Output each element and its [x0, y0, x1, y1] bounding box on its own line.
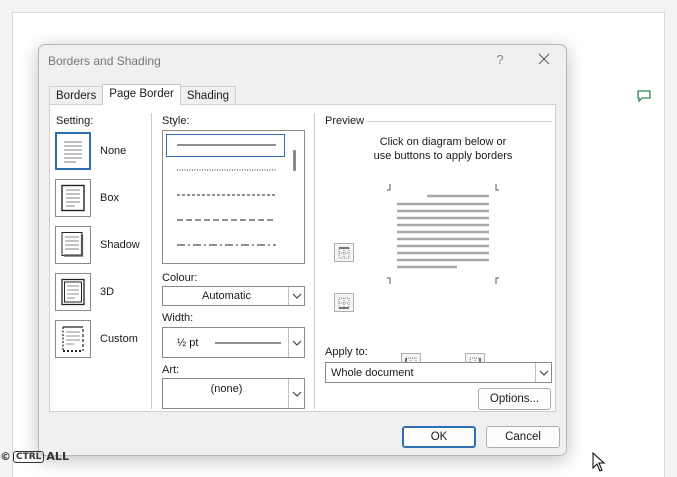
setting-custom[interactable]: Custom [55, 320, 145, 358]
setting-none-label: None [100, 145, 127, 157]
watermark-text: ALL [46, 450, 69, 463]
close-icon[interactable] [536, 51, 552, 67]
watermark-box: CTRL [13, 450, 45, 463]
chevron-down-icon [292, 340, 301, 346]
chevron-down-icon [292, 391, 301, 397]
setting-custom-label: Custom [100, 333, 138, 345]
preview-hint-line1: Click on diagram below or [379, 136, 507, 148]
style-preview-divider [314, 113, 315, 409]
apply-to-value: Whole document [331, 367, 414, 379]
art-dropdown-arrow[interactable] [288, 379, 304, 408]
setting-shadow[interactable]: Shadow [55, 226, 145, 264]
apply-to-label: Apply to: [325, 346, 368, 358]
border-top-icon [338, 246, 350, 258]
chevron-down-icon [539, 370, 548, 376]
setting-box[interactable]: Box [55, 179, 145, 217]
setting-box-thumb [55, 179, 91, 217]
ctrlall-watermark: © CTRL ALL [0, 450, 69, 463]
setting-3d[interactable]: 3D [55, 273, 145, 311]
tab-shading[interactable]: Shading [179, 86, 237, 106]
bottom-border-button[interactable] [334, 293, 354, 312]
colour-dropdown[interactable]: Automatic [162, 286, 305, 306]
preview-hint-line2: use buttons to apply borders [373, 150, 513, 162]
art-label: Art: [162, 364, 180, 376]
width-label: Width: [162, 312, 194, 324]
page-none-icon [64, 141, 82, 163]
preview-label: Preview [325, 115, 365, 127]
width-dropdown-arrow[interactable] [288, 328, 304, 357]
width-value: ½ pt [177, 337, 199, 349]
dialog-titlebar: Borders and Shading ? [39, 45, 566, 77]
dialog-title: Borders and Shading [48, 54, 161, 68]
art-dropdown[interactable]: (none) [162, 378, 305, 409]
setting-none[interactable]: None [55, 132, 145, 170]
style-listbox[interactable] [162, 130, 305, 264]
style-scrollbar-thumb[interactable] [293, 150, 296, 171]
style-lines [177, 144, 276, 246]
colour-dropdown-arrow[interactable] [288, 287, 304, 305]
width-dropdown[interactable]: ½ pt [162, 327, 305, 358]
setting-label: Setting: [56, 115, 94, 127]
setting-box-label: Box [100, 192, 119, 204]
copyright-symbol: © [0, 450, 11, 463]
setting-3d-label: 3D [100, 286, 115, 298]
width-line-preview [215, 342, 281, 344]
options-button[interactable]: Options... [478, 388, 551, 410]
tab-borders[interactable]: Borders [49, 86, 104, 106]
mouse-pointer-icon [592, 452, 606, 472]
page-shadow-icon [61, 232, 84, 257]
page-custom-icon [62, 326, 84, 352]
art-value: (none) [210, 383, 243, 395]
colour-value: Automatic [202, 290, 251, 302]
chevron-down-icon [292, 293, 301, 299]
cancel-button[interactable]: Cancel [486, 426, 560, 448]
setting-3d-thumb [55, 273, 91, 311]
setting-custom-thumb [55, 320, 91, 358]
ok-button[interactable]: OK [402, 426, 476, 448]
apply-to-dropdown[interactable]: Whole document [325, 362, 552, 383]
setting-shadow-label: Shadow [100, 239, 140, 251]
page-3d-icon [61, 278, 85, 306]
style-label: Style: [162, 115, 190, 127]
apply-to-dropdown-arrow[interactable] [535, 363, 551, 382]
tab-strip: Borders Page Border Shading [49, 84, 237, 106]
top-border-button[interactable] [334, 243, 354, 262]
setting-none-thumb [55, 132, 91, 170]
colour-label: Colour: [162, 272, 198, 284]
comment-icon[interactable] [636, 89, 652, 103]
help-button[interactable]: ? [493, 52, 507, 68]
setting-shadow-thumb [55, 226, 91, 264]
preview-diagram[interactable] [387, 184, 499, 284]
setting-style-divider [151, 113, 152, 409]
preview-separator [366, 121, 552, 122]
page-border-panel: Setting: None Box Shadow 3D Custom Style… [49, 104, 556, 412]
border-bottom-icon [338, 297, 350, 309]
borders-shading-dialog: Borders and Shading ? Borders Page Borde… [38, 44, 567, 456]
preview-hint: Click on diagram below or use buttons to… [358, 135, 528, 163]
page-box-icon [61, 184, 85, 212]
tab-page-border[interactable]: Page Border [102, 84, 181, 105]
